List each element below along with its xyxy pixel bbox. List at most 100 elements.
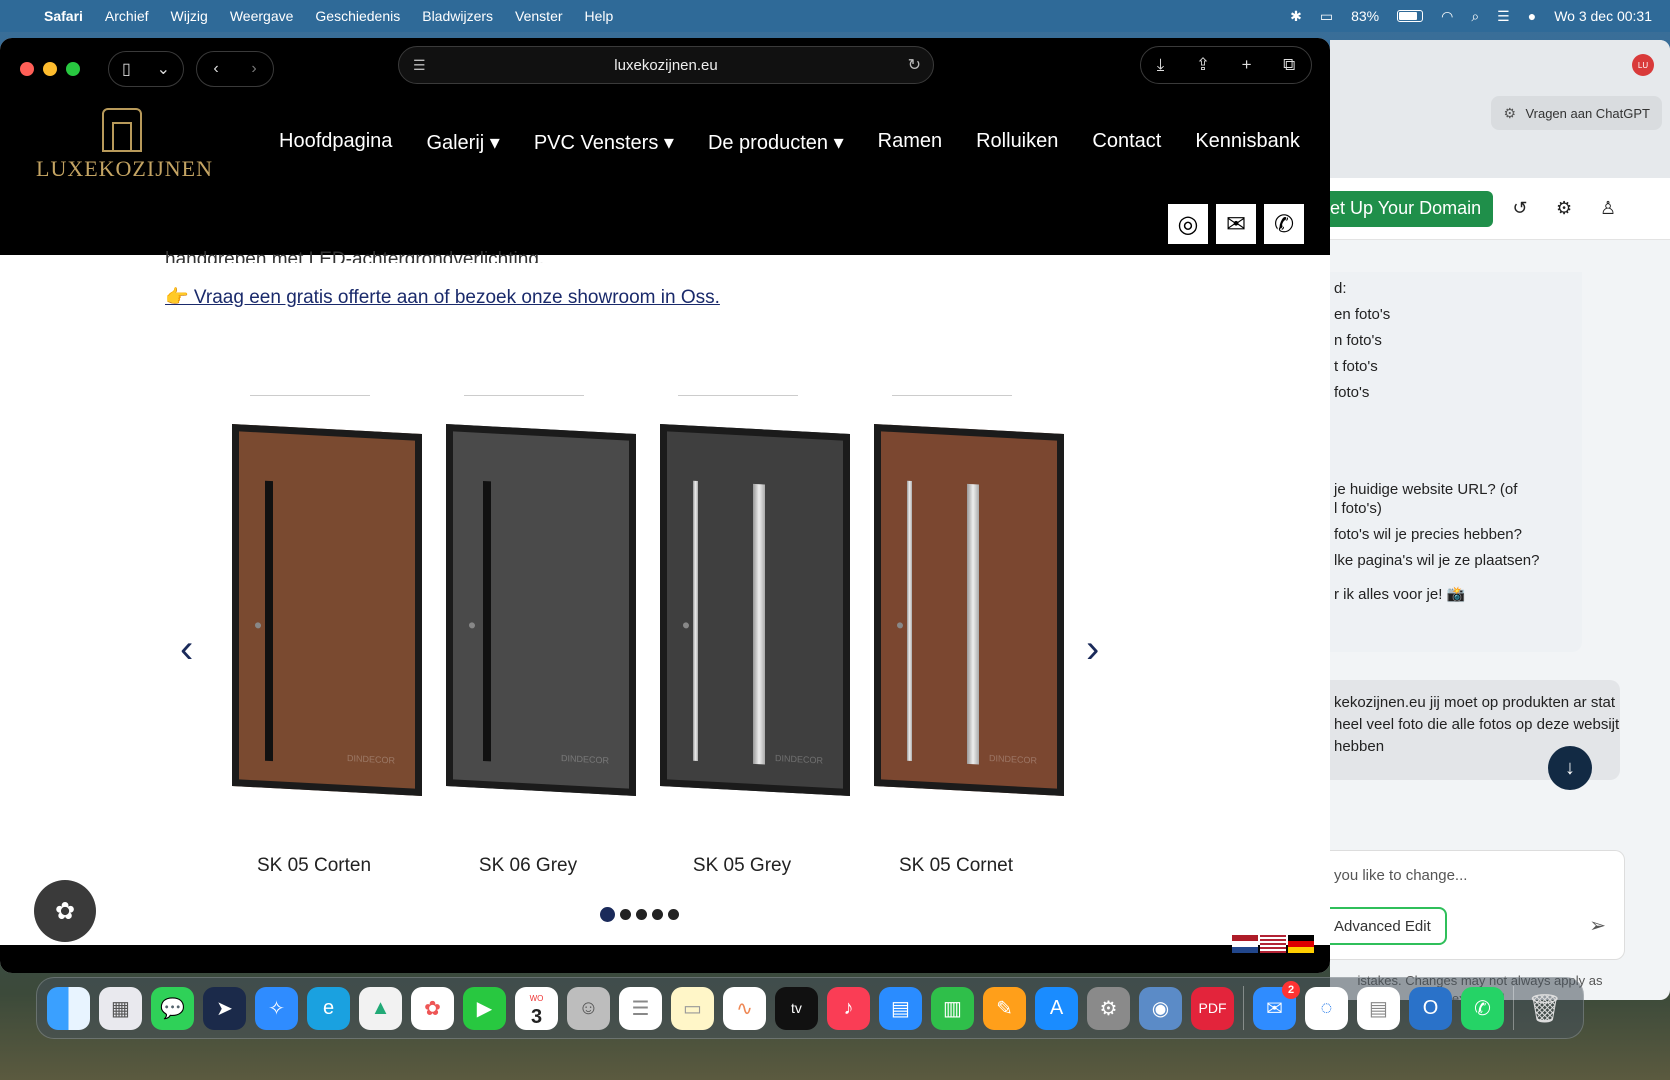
profile-avatar[interactable]: LU	[1632, 54, 1654, 76]
notes-icon[interactable]: ▭	[671, 986, 714, 1030]
photos-icon[interactable]: ✿	[411, 986, 454, 1030]
cookie-settings-button[interactable]: ✿	[34, 880, 96, 942]
chevron-down-icon[interactable]: ⌄	[157, 59, 170, 79]
share-icon[interactable]: ⇪	[1196, 55, 1210, 75]
nav-de-producten[interactable]: De producten ▾	[708, 130, 844, 155]
system-settings-icon[interactable]: ⚙	[1087, 986, 1130, 1030]
menu-wijzig[interactable]: Wijzig	[171, 8, 208, 24]
zoom-window-button[interactable]	[66, 62, 80, 76]
download-icon[interactable]: ⤓	[1157, 55, 1165, 75]
new-tab-icon[interactable]: +	[1242, 55, 1252, 75]
battery-icon[interactable]	[1397, 10, 1424, 22]
menu-geschiedenis[interactable]: Geschiedenis	[315, 8, 400, 24]
flag-us-icon[interactable]	[1260, 935, 1286, 953]
control-center-icon[interactable]: ☰	[1497, 8, 1510, 25]
menu-archief[interactable]: Archief	[105, 8, 149, 24]
pdf-app-icon[interactable]: PDF	[1191, 986, 1234, 1030]
mail-icon[interactable]: ✉	[1216, 204, 1256, 244]
page-menu-icon[interactable]: ☰	[413, 57, 426, 74]
music-icon[interactable]: ♪	[827, 986, 870, 1030]
mail-icon[interactable]: ✉ 2	[1253, 980, 1300, 1030]
utility-icon[interactable]: ◉	[1139, 986, 1182, 1030]
spotlight-icon[interactable]: ⌕	[1471, 8, 1479, 25]
outlook-icon[interactable]: O	[1409, 986, 1452, 1030]
nav-ramen[interactable]: Ramen	[878, 130, 942, 155]
nav-contact[interactable]: Contact	[1092, 130, 1161, 155]
close-window-button[interactable]	[20, 62, 34, 76]
flag-nl-icon[interactable]	[1232, 935, 1258, 953]
reload-icon[interactable]: ↻	[908, 55, 921, 75]
trash-icon[interactable]: 🗑	[1523, 987, 1566, 1030]
nav-galerij[interactable]: Galerij ▾	[426, 130, 499, 155]
quick-look-icon[interactable]: ◌	[1305, 986, 1348, 1030]
apple-tv-icon[interactable]: tv	[775, 986, 818, 1030]
app-store-icon[interactable]: A	[1035, 986, 1078, 1030]
address-bar[interactable]: ☰ luxekozijnen.eu ↻	[398, 46, 934, 84]
keynote-icon[interactable]: ▤	[879, 986, 922, 1030]
bluetooth-icon[interactable]: ✱	[1290, 8, 1302, 25]
display-icon[interactable]: ▭	[1320, 8, 1333, 25]
door-label[interactable]: SK 05 Cornet	[816, 855, 1096, 877]
nav-hoofdpagina[interactable]: Hoofdpagina	[279, 130, 392, 155]
clock[interactable]: Wo 3 dec 00:31	[1554, 8, 1652, 24]
safari-icon[interactable]: ✧	[255, 986, 298, 1030]
sidebar-icon[interactable]: ▯	[122, 59, 131, 79]
chat-input-placeholder[interactable]: you like to change...	[1334, 867, 1467, 884]
tabs-overview-icon[interactable]: ⧉	[1283, 55, 1295, 75]
nav-rolluiken[interactable]: Rolluiken	[976, 130, 1058, 155]
send-icon[interactable]: ➢	[1589, 913, 1606, 938]
setup-domain-button[interactable]: et Up Your Domain	[1330, 190, 1494, 227]
phone-icon[interactable]: ✆	[1264, 204, 1304, 244]
menu-venster[interactable]: Venster	[515, 8, 562, 24]
flag-de-icon[interactable]	[1288, 935, 1314, 953]
chat-input-area[interactable]: you like to change... Advanced Edit ➢	[1330, 850, 1625, 960]
carousel-prev-button[interactable]: ‹	[180, 627, 193, 672]
finder-icon[interactable]	[47, 986, 90, 1030]
door-image[interactable]: DINDECOR	[232, 424, 422, 796]
door-image[interactable]: DINDECOR	[660, 424, 850, 796]
door-image[interactable]: DINDECOR	[446, 424, 636, 796]
carousel-dot[interactable]	[620, 909, 631, 920]
carousel-dot[interactable]	[636, 909, 647, 920]
facetime-icon[interactable]: ▶	[463, 986, 506, 1030]
contacts-icon[interactable]: ☺	[567, 986, 610, 1030]
scroll-down-button[interactable]: ↓	[1548, 746, 1592, 790]
numbers-icon[interactable]: ▥	[931, 986, 974, 1030]
menu-app[interactable]: Safari	[44, 8, 83, 24]
user-icon[interactable]: ♙	[1591, 198, 1625, 219]
battery-percent[interactable]: 83%	[1351, 8, 1379, 24]
menu-weergave[interactable]: Weergave	[230, 8, 294, 24]
back-icon[interactable]: ‹	[213, 60, 218, 78]
settings-icon[interactable]: ⚙	[1547, 198, 1581, 219]
site-logo[interactable]: LUXEKOZIJNEN	[30, 106, 230, 186]
sidebar-toggle[interactable]: ▯ ⌄	[108, 51, 184, 87]
whatsapp-icon[interactable]: ✆	[1461, 986, 1504, 1030]
ask-chatgpt-button[interactable]: Vragen aan ChatGPT	[1491, 96, 1662, 130]
calendar-icon[interactable]: WO 3	[515, 986, 558, 1030]
url-text[interactable]: luxekozijnen.eu	[614, 57, 717, 74]
door-image[interactable]: DINDECOR	[874, 424, 1064, 796]
carousel-dot[interactable]	[652, 909, 663, 920]
launchpad-icon[interactable]: ▦	[99, 986, 142, 1030]
advanced-edit-button[interactable]: Advanced Edit	[1330, 907, 1447, 945]
pages-icon[interactable]: ✎	[983, 986, 1026, 1030]
menu-bladwijzers[interactable]: Bladwijzers	[422, 8, 493, 24]
maps-icon[interactable]: ▲	[359, 986, 402, 1030]
nav-pvc-vensters[interactable]: PVC Vensters ▾	[534, 130, 674, 155]
minimize-window-button[interactable]	[43, 62, 57, 76]
telegram-icon[interactable]: ➤	[203, 986, 246, 1030]
quote-link[interactable]: 👉 Vraag een gratis offerte aan of bezoek…	[165, 285, 720, 309]
freeform-icon[interactable]: ∿	[723, 986, 766, 1030]
carousel-dot[interactable]	[668, 909, 679, 920]
history-icon[interactable]: ↺	[1503, 198, 1537, 219]
messages-icon[interactable]: 💬	[151, 986, 194, 1030]
carousel-next-button[interactable]: ›	[1086, 627, 1099, 672]
menu-help[interactable]: Help	[585, 8, 614, 24]
siri-icon[interactable]: ●	[1528, 8, 1536, 24]
forward-icon[interactable]: ›	[251, 60, 256, 78]
wifi-icon[interactable]: ◠	[1441, 8, 1453, 25]
reminders-icon[interactable]: ☰	[619, 986, 662, 1030]
carousel-dot[interactable]	[600, 907, 615, 922]
edge-icon[interactable]: e	[307, 986, 350, 1030]
document-icon[interactable]: ▤	[1357, 986, 1400, 1030]
